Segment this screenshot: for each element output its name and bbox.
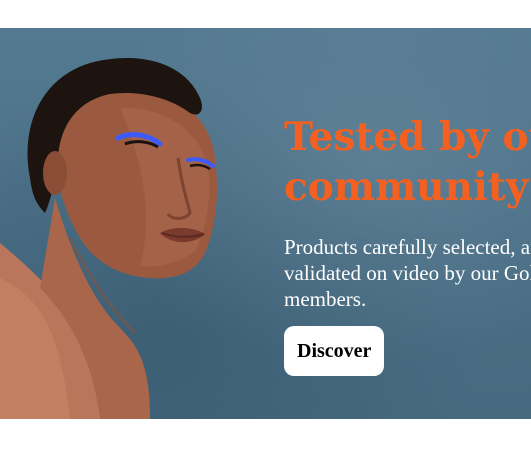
hero-text-block: Tested by our community Products careful…: [284, 112, 531, 312]
hero-banner: Tested by our community Products careful…: [0, 28, 531, 419]
discover-button[interactable]: Discover: [284, 326, 385, 376]
hero-subtitle: Products carefully selected, and validat…: [284, 235, 531, 311]
hero-portrait-image: [0, 58, 217, 419]
hero-title: Tested by our community: [284, 114, 531, 210]
